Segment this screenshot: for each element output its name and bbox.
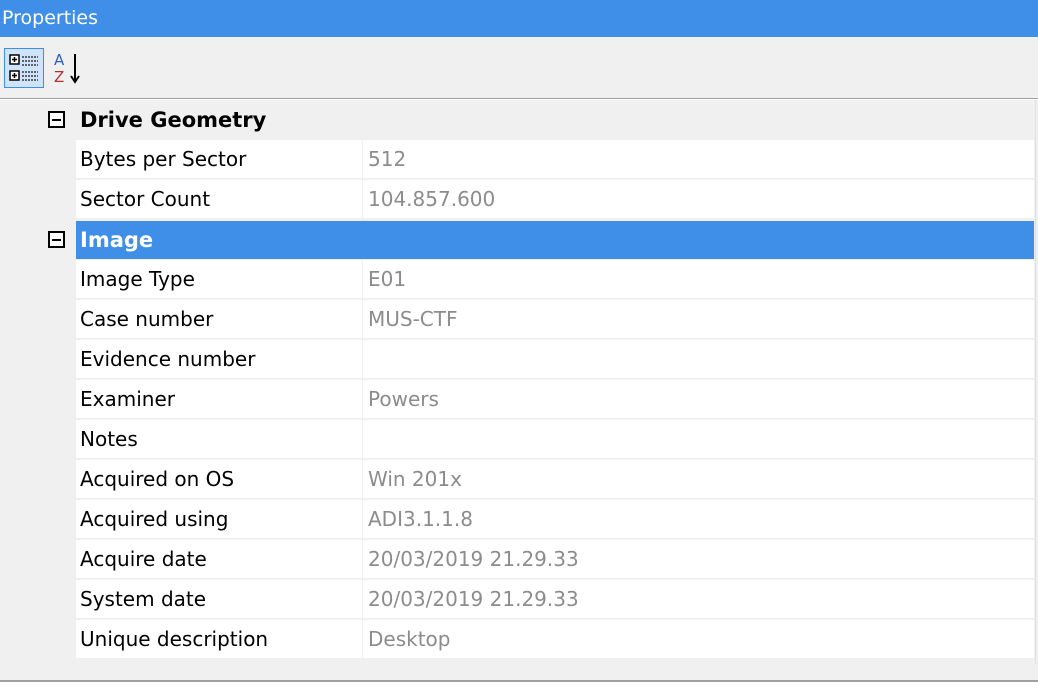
- property-row[interactable]: Image Type E01: [0, 260, 1038, 300]
- property-value[interactable]: Win 201x: [363, 460, 1034, 499]
- property-value[interactable]: Powers: [363, 380, 1034, 419]
- property-grid: Drive Geometry Bytes per Sector 512 Sect…: [0, 100, 1038, 680]
- alpha-letter-z: Z: [54, 68, 64, 86]
- sort-alphabetical-icon: A Z: [54, 51, 80, 86]
- property-name: Sector Count: [76, 180, 362, 219]
- property-row[interactable]: System date 20/03/2019 21.29.33: [0, 580, 1038, 620]
- property-value[interactable]: 104.857.600: [363, 180, 1034, 219]
- category-label: Image: [76, 221, 1034, 259]
- property-row[interactable]: Acquired on OS Win 201x: [0, 460, 1038, 500]
- property-row[interactable]: Examiner Powers: [0, 380, 1038, 420]
- properties-toolbar: A Z: [0, 37, 1038, 99]
- property-name: Unique description: [76, 620, 362, 659]
- property-value[interactable]: E01: [363, 260, 1034, 299]
- categorized-view-icon: [9, 54, 38, 81]
- property-value[interactable]: 20/03/2019 21.29.33: [363, 540, 1034, 579]
- property-value[interactable]: MUS-CTF: [363, 300, 1034, 339]
- property-name: Acquired on OS: [76, 460, 362, 499]
- alpha-letter-a: A: [54, 51, 65, 69]
- property-name: Notes: [76, 420, 362, 459]
- property-name: Acquired using: [76, 500, 362, 539]
- property-value[interactable]: 20/03/2019 21.29.33: [363, 580, 1034, 619]
- property-row[interactable]: Acquire date 20/03/2019 21.29.33: [0, 540, 1038, 580]
- property-row[interactable]: Sector Count 104.857.600: [0, 180, 1038, 220]
- property-value[interactable]: 512: [363, 140, 1034, 179]
- property-row[interactable]: Evidence number: [0, 340, 1038, 380]
- property-row[interactable]: Unique description Desktop: [0, 620, 1038, 660]
- category-row-image[interactable]: Image: [0, 220, 1038, 260]
- property-name: Acquire date: [76, 540, 362, 579]
- property-name: System date: [76, 580, 362, 619]
- alphabetical-sort-button[interactable]: A Z: [48, 48, 88, 88]
- property-row[interactable]: Notes: [0, 420, 1038, 460]
- property-value[interactable]: [363, 420, 1034, 459]
- panel-title: Properties: [0, 0, 1038, 37]
- property-value[interactable]: Desktop: [363, 620, 1034, 659]
- property-name: Evidence number: [76, 340, 362, 379]
- property-name: Image Type: [76, 260, 362, 299]
- category-label: Drive Geometry: [80, 108, 267, 132]
- collapse-icon[interactable]: [48, 111, 65, 128]
- grid-bottom-border: [0, 680, 1038, 682]
- property-name: Examiner: [76, 380, 362, 419]
- categorized-view-button[interactable]: [4, 48, 44, 88]
- property-name: Case number: [76, 300, 362, 339]
- collapse-icon[interactable]: [48, 231, 65, 248]
- property-name: Bytes per Sector: [76, 140, 362, 179]
- grid-right-border: [1035, 100, 1036, 664]
- property-row[interactable]: Case number MUS-CTF: [0, 300, 1038, 340]
- category-row-drive-geometry[interactable]: Drive Geometry: [0, 100, 1038, 140]
- property-row[interactable]: Acquired using ADI3.1.1.8: [0, 500, 1038, 540]
- property-value[interactable]: ADI3.1.1.8: [363, 500, 1034, 539]
- property-value[interactable]: [363, 340, 1034, 379]
- property-row[interactable]: Bytes per Sector 512: [0, 140, 1038, 180]
